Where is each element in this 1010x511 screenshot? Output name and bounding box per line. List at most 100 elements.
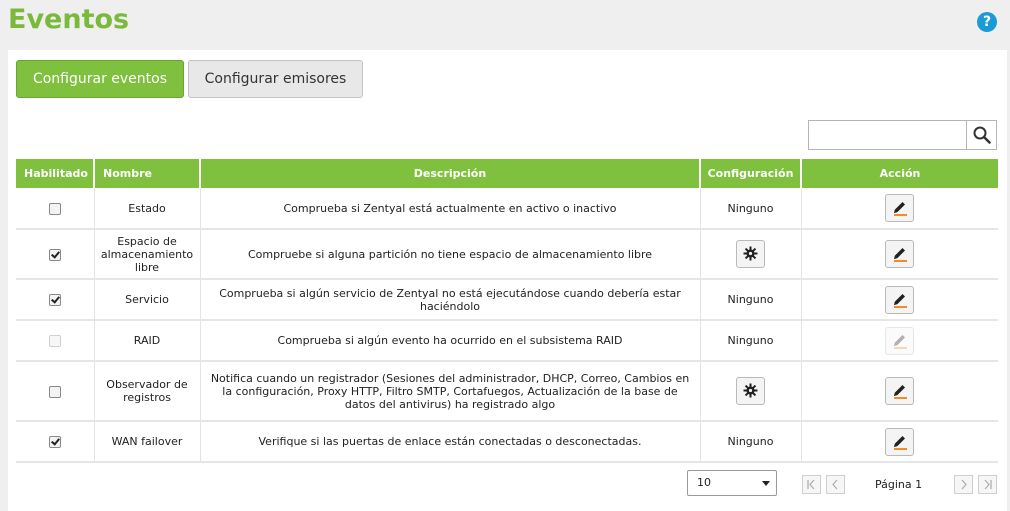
event-name: Estado (128, 201, 166, 215)
configuration-value: Ninguno (727, 201, 774, 215)
tab-configurar-emisores[interactable]: Configurar emisores (188, 60, 363, 98)
enabled-checkbox[interactable] (48, 436, 61, 448)
enabled-cell (16, 229, 95, 280)
edit-button[interactable] (885, 194, 915, 222)
name-cell: RAID (94, 320, 201, 362)
next-page-icon (961, 479, 967, 490)
enabled-checkbox[interactable] (48, 294, 61, 306)
gear-icon (743, 383, 758, 398)
gear-icon (743, 246, 758, 261)
search-input[interactable] (808, 120, 997, 150)
table-header-row: Habilitado Nombre Descripción Configurac… (16, 159, 998, 188)
edit-button (885, 326, 915, 355)
event-name: WAN failover (111, 435, 183, 448)
first-page-button[interactable] (802, 475, 821, 494)
configuration-cell: Ninguno (700, 421, 802, 463)
chevron-down-icon (762, 481, 770, 486)
pencil-icon (894, 202, 906, 213)
action-cell (801, 188, 998, 230)
edit-underline (894, 214, 908, 216)
enabled-cell (16, 279, 95, 321)
header-name[interactable]: Nombre (94, 159, 201, 188)
description-cell: Compruebe si alguna partición no tiene e… (200, 229, 701, 280)
configuration-value: Ninguno (727, 293, 774, 306)
name-cell: Espacio de almacenamiento libre (94, 229, 201, 280)
pencil-icon (894, 293, 906, 305)
description-cell: Comprueba si algún servicio de Zentyal n… (200, 279, 701, 321)
events-table: Habilitado Nombre Descripción Configurac… (16, 159, 998, 463)
description-cell: Verifique si las puertas de enlace están… (200, 421, 701, 463)
configuration-value: Ninguno (727, 334, 774, 347)
last-page-icon (984, 479, 992, 490)
first-page-icon (807, 479, 815, 490)
action-cell (801, 421, 998, 463)
header-enabled[interactable]: Habilitado (16, 159, 95, 188)
edit-button[interactable] (885, 427, 915, 456)
enabled-cell (16, 361, 95, 422)
configuration-cell: Ninguno (700, 279, 802, 321)
help-icon[interactable]: ? (977, 12, 997, 32)
event-description: Comprueba si algún servicio de Zentyal n… (219, 286, 681, 313)
table-row: Estado Comprueba si Zentyal está actualme… (16, 188, 998, 230)
enabled-checkbox[interactable] (48, 385, 61, 398)
pencil-icon (894, 435, 906, 447)
configure-button[interactable] (736, 240, 765, 268)
enabled-cell (16, 320, 95, 362)
edit-button[interactable] (885, 285, 915, 314)
action-cell (801, 229, 998, 280)
event-name: RAID (133, 334, 161, 347)
event-description: Compruebe si alguna partición no tiene e… (247, 247, 653, 261)
search-button[interactable] (966, 121, 996, 149)
configuration-value: Ninguno (727, 435, 774, 448)
search-icon (973, 126, 991, 144)
enabled-checkbox (48, 335, 61, 347)
configure-button[interactable] (736, 377, 765, 405)
event-name: Observador de registros (106, 378, 188, 404)
edit-underline (894, 260, 908, 262)
name-cell: Observador de registros (94, 361, 201, 422)
configuration-cell (700, 229, 802, 280)
header-configuration: Configuración (700, 159, 802, 188)
action-cell (801, 279, 998, 321)
next-page-button[interactable] (954, 475, 973, 494)
event-name: Servicio (125, 293, 169, 306)
table-row: Observador de registros Notifica cuando u… (16, 361, 998, 422)
action-cell (801, 320, 998, 362)
pencil-icon (894, 385, 906, 396)
name-cell: Estado (94, 188, 201, 230)
header-action: Acción (801, 159, 998, 188)
enabled-cell (16, 188, 95, 230)
prev-page-button[interactable] (826, 475, 845, 494)
table-row: RAID Comprueba si algún evento ha ocurrid… (16, 320, 998, 362)
event-description: Comprueba si algún evento ha ocurrido en… (277, 334, 623, 347)
enabled-checkbox[interactable] (48, 248, 61, 261)
event-description: Verifique si las puertas de enlace están… (258, 435, 642, 448)
configuration-cell (700, 361, 802, 422)
configuration-cell: Ninguno (700, 188, 802, 230)
enabled-cell (16, 421, 95, 463)
edit-underline (894, 305, 908, 308)
last-page-button[interactable] (978, 475, 997, 494)
prev-page-icon (832, 479, 838, 490)
pencil-icon (894, 334, 906, 346)
action-cell (801, 361, 998, 422)
edit-underline (894, 397, 908, 399)
description-cell: Notifica cuando un registrador (Sesiones… (200, 361, 701, 422)
name-cell: Servicio (94, 279, 201, 321)
edit-button[interactable] (885, 240, 915, 268)
edit-button[interactable] (885, 377, 915, 405)
enabled-checkbox[interactable] (48, 202, 61, 215)
description-cell: Comprueba si algún evento ha ocurrido en… (200, 320, 701, 362)
table-row: Servicio Comprueba si algún servicio de Z… (16, 279, 998, 321)
event-description: Notifica cuando un registrador (Sesiones… (210, 371, 690, 411)
edit-underline (894, 346, 908, 349)
header-description: Descripción (200, 159, 701, 188)
tab-configurar-eventos[interactable]: Configurar eventos (16, 60, 184, 98)
pencil-icon (894, 248, 906, 259)
configuration-cell: Ninguno (700, 320, 802, 362)
edit-underline (894, 447, 908, 450)
event-description: Comprueba si Zentyal está actualmente en… (283, 201, 617, 215)
page-label: Página 1 (875, 478, 923, 491)
table-row: WAN failover Verifique si las puertas de … (16, 421, 998, 463)
page-size-select[interactable]: 10 (687, 470, 777, 496)
